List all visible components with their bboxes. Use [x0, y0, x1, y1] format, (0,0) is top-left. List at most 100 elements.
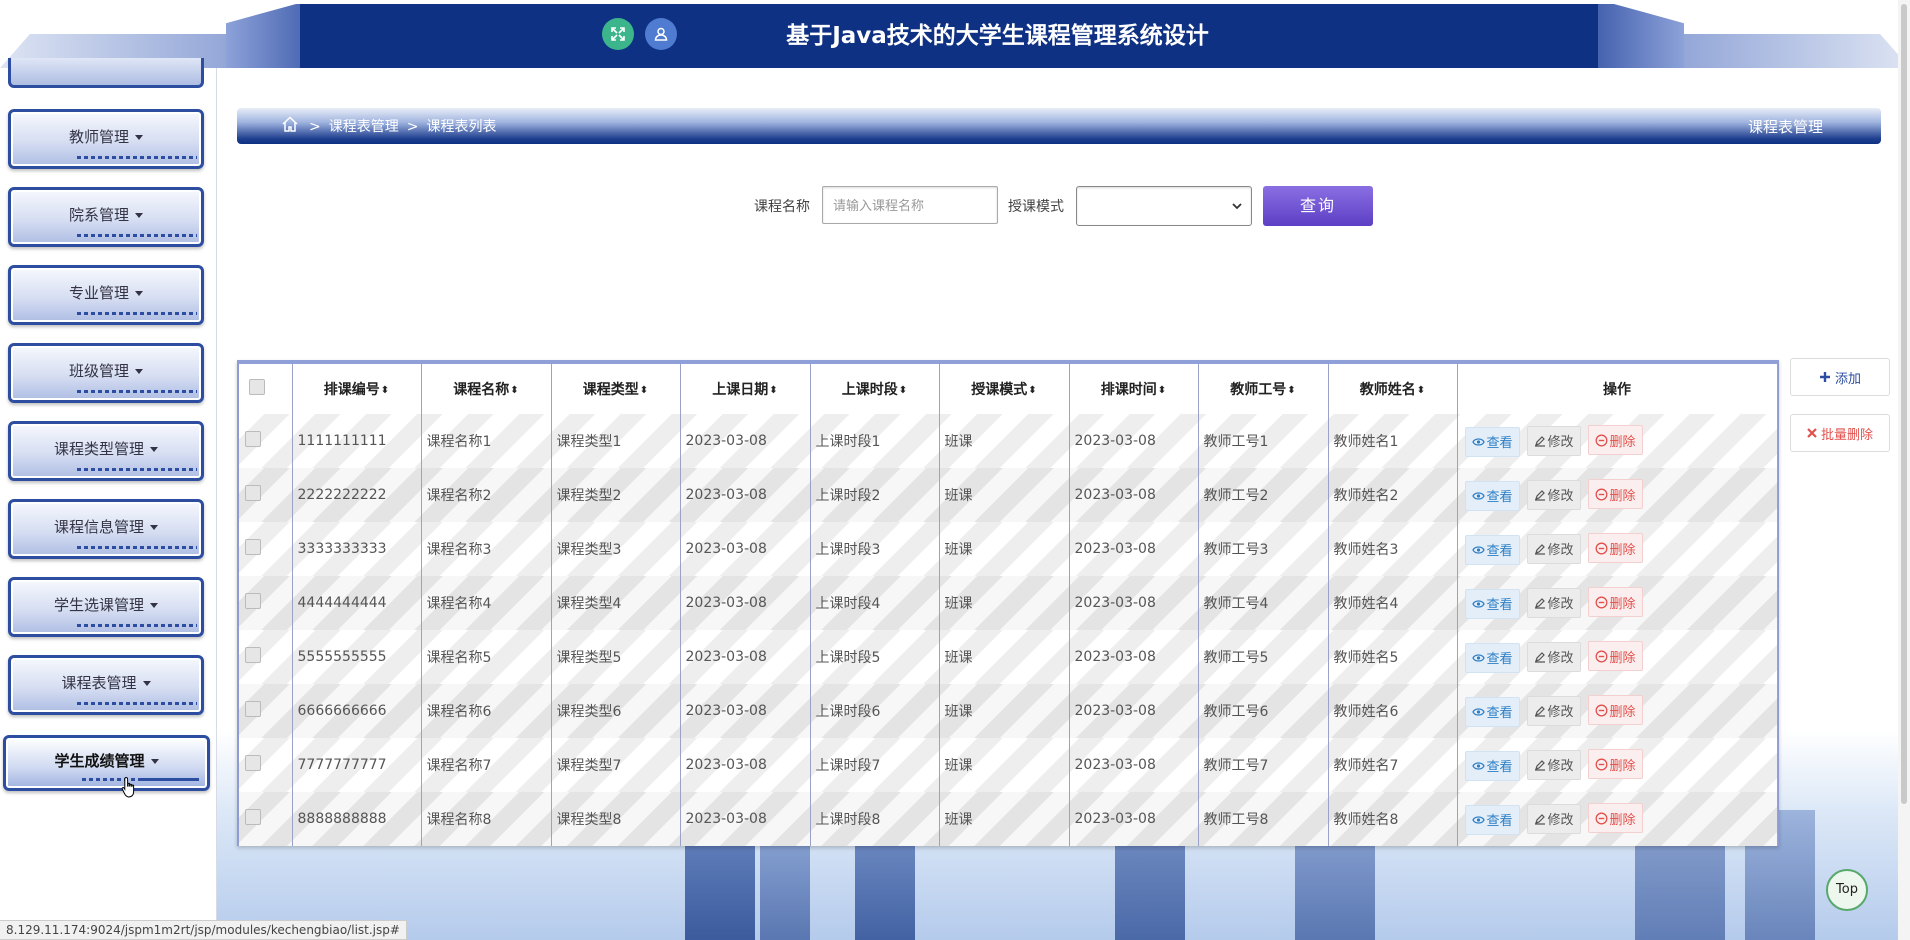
view-button[interactable]: 查看: [1464, 588, 1520, 619]
row-checkbox[interactable]: [245, 809, 261, 825]
breadcrumb-path: > 课程表管理 > 课程表列表: [309, 119, 497, 135]
view-button[interactable]: 查看: [1464, 480, 1520, 511]
back-to-top-button[interactable]: Top: [1826, 869, 1868, 911]
sort-icon[interactable]: ⬍: [899, 385, 907, 396]
sidebar-item-teachers[interactable]: 教师管理: [8, 109, 204, 169]
home-icon[interactable]: [281, 115, 299, 137]
edit-button[interactable]: 修改: [1526, 641, 1581, 672]
view-button[interactable]: 查看: [1464, 426, 1520, 457]
table-cell: 8888888888: [292, 792, 422, 846]
table-row: 2222222222 课程名称2 课程类型2 2023-03-08 上课时段2 班课 202…: [239, 468, 1778, 522]
delete-button[interactable]: 删除: [1587, 641, 1643, 672]
teaching-mode-select[interactable]: [1076, 186, 1252, 226]
edit-button[interactable]: 修改: [1526, 425, 1581, 456]
row-checkbox[interactable]: [245, 755, 261, 771]
sidebar-item-timetable[interactable]: 课程表管理: [8, 655, 204, 715]
table-cell: 课程名称6: [421, 684, 552, 738]
eye-icon: [1471, 708, 1485, 716]
column-header[interactable]: 排课编号⬍: [292, 364, 422, 414]
row-checkbox[interactable]: [245, 647, 261, 663]
add-button[interactable]: 添加: [1790, 358, 1890, 396]
pencil-icon: [1534, 759, 1545, 771]
table-cell: 2023-03-08: [680, 792, 811, 846]
delete-button[interactable]: 删除: [1587, 533, 1643, 564]
sort-icon[interactable]: ⬍: [1287, 385, 1295, 396]
column-header[interactable]: 教师工号⬍: [1198, 364, 1329, 414]
table-cell: 2023-03-08: [680, 414, 811, 468]
delete-button[interactable]: 删除: [1587, 803, 1643, 834]
column-header[interactable]: 排课时间⬍: [1069, 364, 1199, 414]
caret-down-icon: [135, 134, 143, 140]
table-cell: 2023-03-08: [680, 576, 811, 630]
delete-button[interactable]: 删除: [1587, 749, 1643, 780]
row-checkbox[interactable]: [245, 593, 261, 609]
row-checkbox[interactable]: [245, 485, 261, 501]
query-button[interactable]: 查询: [1263, 186, 1373, 226]
column-header[interactable]: 上课日期⬍: [680, 364, 811, 414]
row-checkbox[interactable]: [245, 431, 261, 447]
sidebar-item-course-types[interactable]: 课程类型管理: [8, 421, 204, 481]
column-header[interactable]: 教师姓名⬍: [1328, 364, 1458, 414]
view-button[interactable]: 查看: [1464, 642, 1520, 673]
minus-circle-icon: [1595, 704, 1607, 717]
sort-icon[interactable]: ⬍: [1417, 385, 1425, 396]
view-button[interactable]: 查看: [1464, 750, 1520, 781]
row-actions: 查看 修改 删除: [1457, 630, 1778, 684]
delete-button[interactable]: 删除: [1587, 425, 1643, 456]
edit-button[interactable]: 修改: [1526, 695, 1581, 726]
table-cell: 2023-03-08: [680, 738, 811, 792]
fullscreen-icon[interactable]: [602, 18, 634, 50]
table-header-row: 排课编号⬍ 课程名称⬍ 课程类型⬍ 上课日期⬍ 上课时段⬍ 授课模式⬍ 排课时间…: [239, 364, 1778, 414]
select-all-checkbox[interactable]: [249, 379, 265, 395]
sidebar-item-partial[interactable]: [8, 58, 204, 88]
table-cell: 课程类型8: [551, 792, 681, 846]
edit-button[interactable]: 修改: [1526, 749, 1581, 780]
table-cell: 上课时段5: [810, 630, 940, 684]
table-cell: 2023-03-08: [680, 522, 811, 576]
pencil-icon: [1534, 435, 1545, 447]
sidebar-item-course-selection[interactable]: 学生选课管理: [8, 577, 204, 637]
pencil-icon: [1534, 543, 1545, 555]
edit-button[interactable]: 修改: [1526, 803, 1581, 834]
sidebar-item-classes[interactable]: 班级管理: [8, 343, 204, 403]
sidebar-item-majors[interactable]: 专业管理: [8, 265, 204, 325]
view-button[interactable]: 查看: [1464, 534, 1520, 565]
batch-delete-button[interactable]: 批量删除: [1790, 414, 1890, 452]
column-header[interactable]: 上课时段⬍: [810, 364, 940, 414]
row-checkbox[interactable]: [245, 539, 261, 555]
delete-button[interactable]: 删除: [1587, 695, 1643, 726]
sort-icon[interactable]: ⬍: [1028, 385, 1036, 396]
sort-icon[interactable]: ⬍: [1158, 385, 1166, 396]
row-checkbox[interactable]: [245, 701, 261, 717]
user-icon[interactable]: [645, 18, 677, 50]
table-row: 1111111111 课程名称1 课程类型1 2023-03-08 上课时段1 班课 202…: [239, 414, 1778, 468]
column-header[interactable]: 课程名称⬍: [421, 364, 552, 414]
table-cell: 2023-03-08: [1069, 576, 1199, 630]
delete-button[interactable]: 删除: [1587, 479, 1643, 510]
sort-icon[interactable]: ⬍: [640, 385, 648, 396]
eye-icon: [1471, 654, 1485, 662]
view-button[interactable]: 查看: [1464, 696, 1520, 727]
table-row: 5555555555 课程名称5 课程类型5 2023-03-08 上课时段5 班课 202…: [239, 630, 1778, 684]
column-header[interactable]: 授课模式⬍: [939, 364, 1070, 414]
page-section-title: 课程表管理: [1747, 118, 1823, 136]
course-name-input[interactable]: [822, 186, 998, 224]
sort-icon[interactable]: ⬍: [381, 385, 389, 396]
table-cell: 教师姓名4: [1328, 576, 1458, 630]
sidebar-item-course-info[interactable]: 课程信息管理: [8, 499, 204, 559]
sidebar-item-grades[interactable]: 学生成绩管理: [3, 735, 210, 791]
delete-button[interactable]: 删除: [1587, 587, 1643, 618]
table-cell: 课程名称2: [421, 468, 552, 522]
table-cell: 2023-03-08: [1069, 684, 1199, 738]
breadcrumb-level1[interactable]: 课程表管理: [329, 119, 399, 135]
edit-button[interactable]: 修改: [1526, 533, 1581, 564]
column-header[interactable]: 课程类型⬍: [551, 364, 681, 414]
sort-icon[interactable]: ⬍: [769, 385, 777, 396]
sort-icon[interactable]: ⬍: [510, 385, 518, 396]
vertical-scrollbar[interactable]: [1898, 0, 1910, 940]
view-button[interactable]: 查看: [1464, 804, 1520, 835]
edit-button[interactable]: 修改: [1526, 587, 1581, 618]
edit-button[interactable]: 修改: [1526, 479, 1581, 510]
table-cell: 教师姓名7: [1328, 738, 1458, 792]
table-cell: 课程名称7: [421, 738, 552, 792]
